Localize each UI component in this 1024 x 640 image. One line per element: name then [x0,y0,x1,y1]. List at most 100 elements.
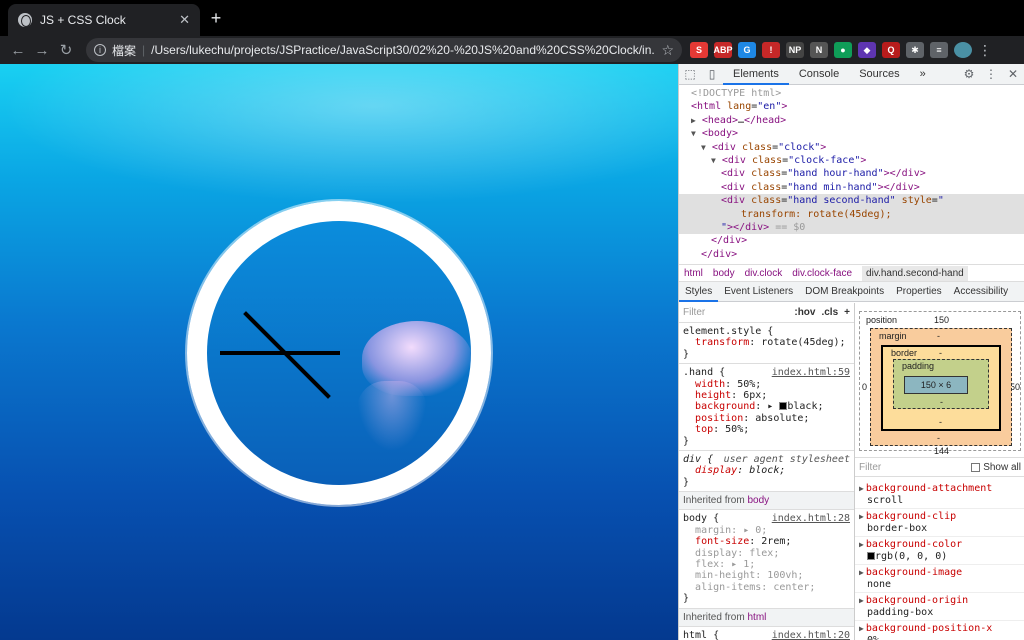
computed-property-name: background-color [865,539,963,550]
computed-property[interactable]: ▶ background-image none [855,565,1024,593]
dom-node-line[interactable]: <div class="hand second-hand" style=" [679,194,1024,208]
close-tab-icon[interactable]: ✕ [179,12,190,28]
expand-triangle-icon[interactable]: ▶ [859,512,864,521]
cls-toggle[interactable]: .cls [821,307,838,318]
expand-triangle-icon[interactable]: ▶ [859,568,864,577]
crumb-html[interactable]: html [684,268,703,279]
clock [187,201,491,505]
color-swatch[interactable] [867,551,875,560]
close-icon[interactable]: ✕ [1002,67,1024,81]
dom-node-line[interactable]: ▶ <head>…</head> [679,114,1024,127]
computed-property[interactable]: ▶ background-clip border-box [855,509,1024,537]
border-label: border [891,348,918,358]
styles-filter-input[interactable]: Filter [683,307,788,318]
style-rule-hand[interactable]: index.html:59 .hand { width: 50%; height:… [679,364,854,452]
kebab-menu-icon[interactable]: ⋮ [980,67,1002,81]
computed-filter-bar: Filter Show all [855,457,1024,477]
url-text[interactable]: /Users/lukechu/projects/JSPractice/JavaS… [151,43,655,57]
tab-styles[interactable]: Styles [679,282,719,302]
expand-triangle-icon[interactable]: ▶ [859,484,864,493]
expand-triangle-icon[interactable]: ▶ [859,540,864,549]
extension-icon[interactable]: S [690,42,708,58]
browser-tab[interactable]: JS + CSS Clock ✕ [8,4,200,36]
dom-node-line[interactable]: "></div> == $0 [679,220,1024,235]
padding-box[interactable]: padding 150 × 6 - [893,359,989,409]
new-tab-button[interactable]: + [206,8,226,28]
dom-node-line[interactable]: </div> [679,234,1024,247]
extension-icon[interactable]: Q [882,42,900,58]
tab-dom-breakpoints[interactable]: DOM Breakpoints [799,282,890,302]
inspect-icon[interactable]: ⬚ [679,67,701,81]
extension-icon[interactable]: ✱ [906,42,924,58]
hov-toggle[interactable]: :hov [794,307,815,318]
extension-icon[interactable]: ! [762,42,780,58]
extension-icon[interactable]: NP [786,42,804,58]
content-box[interactable]: 150 × 6 [904,376,968,394]
margin-box[interactable]: margin - - border - padding 150 × 6 - - [870,328,1012,446]
profile-avatar[interactable] [954,42,972,58]
inherited-from-html: Inherited from html [679,608,854,627]
computed-property-value: rgb(0, 0, 0) [875,550,948,562]
color-swatch[interactable] [779,402,788,411]
computed-property-value: padding-box [867,606,934,618]
inherited-from-body: Inherited from body [679,492,854,511]
tab-event-listeners[interactable]: Event Listeners [718,282,799,302]
expand-triangle-icon[interactable]: ▶ [859,596,864,605]
extension-icon[interactable]: N [810,42,828,58]
style-rule-element[interactable]: element.style { transform: rotate(45deg)… [679,323,854,365]
computed-property[interactable]: ▶ background-position-x 0% [855,621,1024,640]
dom-node-line[interactable]: <!DOCTYPE html> [679,87,1024,100]
address-bar[interactable]: i 檔案 | /Users/lukechu/projects/JSPractic… [86,38,682,62]
computed-property[interactable]: ▶ background-color rgb(0, 0, 0) [855,537,1024,565]
dom-node-line[interactable]: ▼ <div class="clock-face"> [679,154,1024,167]
chrome-menu-icon[interactable]: ⋮ [978,42,992,59]
border-box[interactable]: border - padding 150 × 6 - - [881,345,1001,431]
crumb-clock-face[interactable]: div.clock-face [792,268,852,279]
extension-icon[interactable]: ABP [714,42,733,58]
tab-console[interactable]: Console [789,64,849,85]
back-arrow-icon[interactable]: ← [6,38,30,62]
dom-node-line[interactable]: ▼ <body> [679,127,1024,140]
dom-node-line[interactable]: <div class="hand hour-hand"></div> [679,167,1024,180]
style-rule-body[interactable]: index.html:28 body { margin: ▸ 0; font-si… [679,510,854,609]
crumb-clock[interactable]: div.clock [745,268,783,279]
extension-icon[interactable]: G [738,42,756,58]
dom-node-line[interactable]: <html lang="en"> [679,100,1024,113]
tab-elements[interactable]: Elements [723,64,789,85]
dom-node-line[interactable]: </div> [679,248,1024,261]
tab-sources[interactable]: Sources [849,64,909,85]
extension-icon[interactable]: ≡ [930,42,948,58]
margin-bottom-value: - [937,433,940,443]
show-all-checkbox[interactable] [971,462,981,472]
tab-accessibility[interactable]: Accessibility [948,282,1014,302]
extension-icon[interactable]: ◆ [858,42,876,58]
more-tabs-button[interactable]: » [910,64,936,85]
computed-properties: ▶ background-attachment scroll ▶ background-… [855,481,1024,640]
new-rule-button[interactable]: + [844,307,850,318]
tab-properties[interactable]: Properties [890,282,948,302]
dom-node-line[interactable]: ▼ <div class="clock"> [679,141,1024,154]
separator: | [142,43,146,57]
show-all-label: Show all [983,461,1021,473]
info-icon[interactable]: i [94,44,106,56]
style-rule-html[interactable]: index.html:20 html { [679,627,854,640]
dom-node-line[interactable]: <div class="hand min-hand"></div> [679,181,1024,194]
computed-pane: position 150 0 150 margin - - border - p… [855,303,1024,640]
crumb-body[interactable]: body [713,268,735,279]
reload-icon[interactable]: ↻ [54,38,78,62]
extension-icon[interactable]: ● [834,42,852,58]
styles-pane: Filter :hov .cls + element.style { trans… [679,303,855,640]
computed-filter-input[interactable]: Filter [859,462,971,473]
expand-triangle-icon[interactable]: ▶ [859,624,864,633]
forward-arrow-icon[interactable]: → [30,38,54,62]
computed-property[interactable]: ▶ background-attachment scroll [855,481,1024,509]
tab-title: JS + CSS Clock [40,13,126,27]
computed-property-name: background-origin [865,595,969,606]
crumb-second-hand[interactable]: div.hand.second-hand [862,265,968,281]
bookmark-star-icon[interactable]: ☆ [661,42,674,59]
computed-property[interactable]: ▶ background-origin padding-box [855,593,1024,621]
dom-node-line[interactable]: transform: rotate(45deg); [679,207,1024,221]
computed-property-name: background-image [865,567,963,578]
gear-icon[interactable]: ⚙ [958,67,980,81]
device-toolbar-icon[interactable]: ▯ [701,67,723,81]
